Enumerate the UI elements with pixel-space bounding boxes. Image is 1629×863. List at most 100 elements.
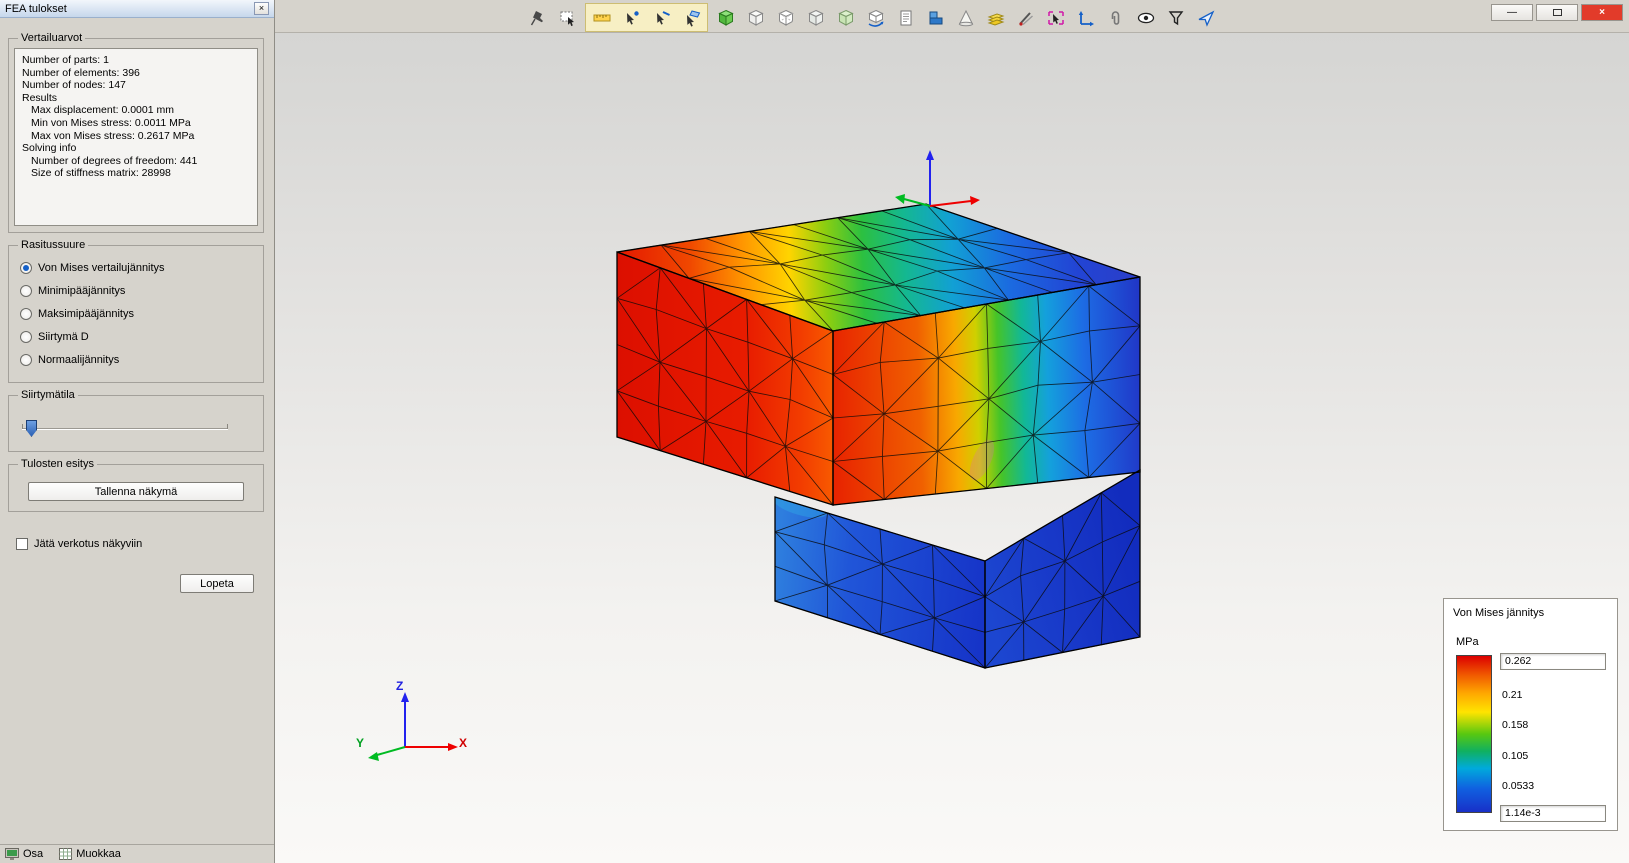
radio-displacement[interactable]: Siirtymä D — [20, 330, 254, 343]
toolbar — [525, 3, 1218, 32]
slider-tick — [227, 424, 228, 429]
shaded-cube-icon[interactable] — [713, 5, 738, 30]
slider-thumb[interactable] — [26, 420, 37, 437]
legend-value: 0.105 — [1502, 750, 1529, 762]
radio-dot[interactable] — [20, 284, 32, 297]
fea-results-panel: FEA tulokset × Vertailuarvot Number of p… — [0, 0, 275, 863]
panel-taskbar: Osa Muokkaa — [0, 844, 274, 863]
move-axes-icon[interactable] — [1073, 5, 1098, 30]
keep-mesh-visible-row[interactable]: Jätä verkotus näkyviin — [16, 538, 274, 550]
summary-line: Number of parts: 1 — [22, 54, 109, 66]
select-region-icon[interactable] — [555, 5, 580, 30]
ruler-icon[interactable] — [589, 5, 614, 30]
stress-quantity-label: Rasitussuure — [21, 239, 86, 251]
maximize-button[interactable] — [1536, 4, 1578, 21]
radio-von-mises[interactable]: Von Mises vertailujännitys — [20, 261, 254, 274]
radio-dot[interactable] — [20, 330, 32, 343]
legend-min-field[interactable]: 1.14e-3 — [1500, 805, 1606, 822]
top-toolbar-strip: — × — [275, 0, 1629, 33]
summary-line: Max von Mises stress: 0.2617 MPa — [31, 129, 195, 142]
radio-label: Siirtymä D — [38, 330, 89, 343]
part-icon — [5, 848, 19, 860]
slider-tick — [22, 424, 23, 429]
zoom-region-icon[interactable] — [1043, 5, 1068, 30]
summary-line: Max displacement: 0.0001 mm — [31, 104, 174, 117]
send-plane-icon[interactable] — [1193, 5, 1218, 30]
radio-max-principal[interactable]: Maksimipääjännitys — [20, 307, 254, 320]
save-view-button[interactable]: Tallenna näkymä — [28, 482, 244, 501]
axis-label-z: Z — [396, 679, 404, 693]
summary-line: Number of elements: 396 — [22, 66, 140, 79]
wire-cube-3-icon[interactable] — [803, 5, 828, 30]
wire-cube-icon[interactable] — [743, 5, 768, 30]
filter-icon[interactable] — [1163, 5, 1188, 30]
snap-tool-group — [585, 3, 708, 32]
attach-icon[interactable] — [1103, 5, 1128, 30]
displacement-state-group: Siirtymätila — [8, 389, 264, 452]
radio-dot[interactable] — [20, 353, 32, 366]
radio-label: Maksimipääjännitys — [38, 307, 134, 320]
displacement-slider[interactable] — [20, 417, 252, 443]
summary-line: Size of stiffness matrix: 28998 — [31, 167, 171, 180]
results-display-group: Tulosten esitys Tallenna näkymä — [8, 458, 264, 512]
report-icon[interactable] — [893, 5, 918, 30]
origin-triad — [895, 150, 980, 207]
legend-value: 0.0533 — [1502, 780, 1535, 792]
radio-normal-stress[interactable]: Normaalijännitys — [20, 353, 254, 366]
radio-dot[interactable] — [20, 261, 32, 274]
stress-legend: Von Mises jännitys MPa 0.262 0.21 0.158 … — [1443, 598, 1618, 831]
keep-mesh-checkbox[interactable] — [16, 538, 28, 550]
rotate-cube-icon[interactable] — [863, 5, 888, 30]
radio-label: Normaalijännitys — [38, 353, 120, 366]
eye-icon[interactable] — [1133, 5, 1158, 30]
slider-track[interactable] — [22, 428, 228, 430]
panel-close-button[interactable]: × — [254, 2, 269, 15]
ghost-cube-icon[interactable] — [833, 5, 858, 30]
comparison-values-group: Vertailuarvot Number of parts: 1 Number … — [8, 32, 264, 233]
axis-label-x: X — [459, 736, 468, 750]
quit-button[interactable]: Lopeta — [180, 574, 254, 593]
stress-quantity-group: Rasitussuure Von Mises vertailujännitys … — [8, 239, 264, 383]
radio-min-principal[interactable]: Minimipääjännitys — [20, 284, 254, 297]
displacement-state-label: Siirtymätila — [21, 389, 75, 401]
legend-value: 0.158 — [1502, 719, 1529, 731]
panel-title: FEA tulokset — [5, 2, 67, 15]
maximize-icon — [1552, 9, 1562, 16]
radio-dot[interactable] — [20, 307, 32, 320]
wire-cube-2-icon[interactable] — [773, 5, 798, 30]
comparison-values-label: Vertailuarvot — [21, 32, 83, 44]
close-window-button[interactable]: × — [1581, 4, 1623, 21]
summary-line: Min von Mises stress: 0.0011 MPa — [31, 116, 191, 129]
radio-label: Von Mises vertailujännitys — [38, 261, 165, 274]
snap-face-icon[interactable] — [679, 5, 704, 30]
minimize-button[interactable]: — — [1491, 4, 1533, 21]
radio-label: Minimipääjännitys — [38, 284, 126, 297]
snap-point-icon[interactable] — [619, 5, 644, 30]
taskbar-item-osa[interactable]: Osa — [5, 848, 43, 860]
edit-grid-icon — [59, 848, 73, 860]
pin-icon[interactable] — [525, 5, 550, 30]
keep-mesh-label: Jätä verkotus näkyviin — [34, 538, 143, 550]
summary-line: Number of nodes: 147 — [22, 79, 126, 92]
snap-edge-icon[interactable] — [649, 5, 674, 30]
window-controls: — × — [1491, 4, 1623, 21]
summary-line: Solving info — [22, 142, 77, 155]
legend-color-bar — [1456, 655, 1492, 813]
layers-icon[interactable] — [983, 5, 1008, 30]
axis-label-y: Y — [356, 736, 365, 750]
taskbar-item-label: Muokkaa — [76, 848, 121, 860]
extrude-steps-icon[interactable] — [923, 5, 948, 30]
legend-max-field[interactable]: 0.262 — [1500, 653, 1606, 670]
world-axes-triad — [368, 692, 458, 761]
results-display-label: Tulosten esitys — [21, 458, 94, 470]
legend-value: 0.21 — [1502, 689, 1523, 701]
summary-line: Results — [22, 91, 58, 104]
legend-unit: MPa — [1456, 636, 1479, 648]
cone-icon[interactable] — [953, 5, 978, 30]
taskbar-item-muokkaa[interactable]: Muokkaa — [59, 848, 121, 860]
panel-titlebar: FEA tulokset × — [0, 0, 274, 18]
cutter-icon[interactable] — [1013, 5, 1038, 30]
summary-line: Number of degrees of freedom: 441 — [31, 154, 198, 167]
fea-model — [616, 203, 1141, 669]
legend-title: Von Mises jännitys — [1453, 607, 1545, 619]
